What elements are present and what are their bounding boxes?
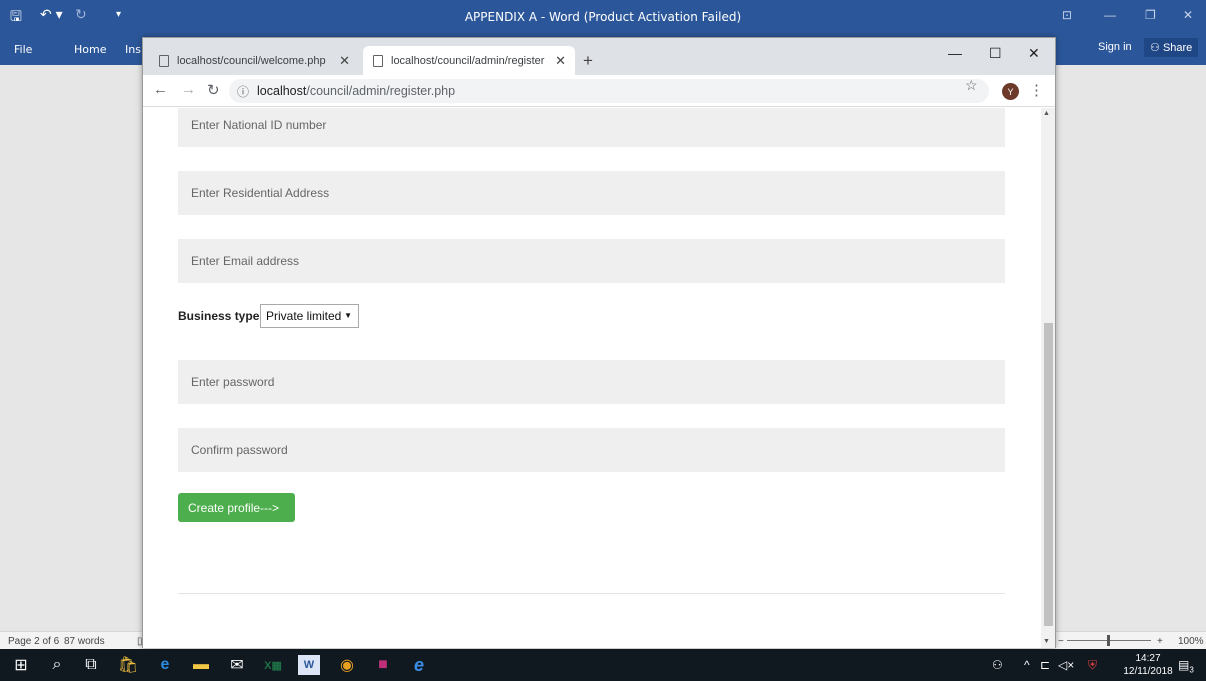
profile-avatar[interactable]: Y [1002,83,1019,100]
info-icon[interactable]: ⓘ [237,83,249,100]
browser-minimize-icon[interactable]: — [948,45,962,61]
share-button[interactable]: ⚇ Share [1144,38,1199,57]
store-icon[interactable]: 🛍 [117,655,139,675]
divider [178,593,1005,594]
word-window-title: APPENDIX A - Word (Product Activation Fa… [464,10,742,24]
app-icon[interactable]: ■ [372,655,394,675]
clock-date: 12/11/2018 [1123,666,1173,677]
confirm-password-input[interactable]: Confirm password [178,428,1005,472]
volume-muted-icon[interactable]: ◁× [1058,658,1074,672]
notification-count: 3 [1189,665,1194,675]
page-icon [159,54,169,67]
url-host: localhost [257,84,307,98]
sign-in-link[interactable]: Sign in [1098,41,1132,53]
page-icon [373,54,383,67]
menu-icon[interactable]: ⋮ [1029,81,1044,99]
system-clock[interactable]: 14:27 12/11/2018 [1122,652,1174,678]
internet-explorer-icon[interactable]: e [408,655,430,675]
tab-close-icon[interactable]: ✕ [339,53,350,69]
scrollbar-thumb[interactable] [1044,323,1053,626]
address-bar[interactable]: ⓘ localhost/council/admin/register.php [229,79,989,103]
share-label: Share [1162,42,1193,54]
word-icon[interactable]: W [298,655,320,675]
scroll-down-arrow-icon[interactable]: ▼ [1043,638,1050,645]
search-icon[interactable]: ⌕ [46,655,68,675]
tab-close-icon[interactable]: ✕ [555,53,566,69]
tab-title: localhost/council/welcome.php [177,54,326,67]
security-shield-icon[interactable]: ⛨ [1088,658,1097,673]
chrome-icon[interactable]: ◉ [336,655,358,675]
tab-insert[interactable]: Ins [125,43,141,56]
file-explorer-icon[interactable]: ▬ [190,655,212,675]
people-icon[interactable]: ⚇ [992,658,1003,672]
forward-arrow-icon[interactable]: → [181,81,196,98]
task-view-icon[interactable]: ⧉ [80,655,102,675]
word-count[interactable]: 87 words [64,636,105,647]
tab-register[interactable]: localhost/council/admin/register ✕ [363,46,575,75]
person-icon: ⚇ [1150,42,1160,54]
minimize-icon[interactable]: — [1104,8,1116,22]
zoom-in-icon[interactable]: + [1157,636,1163,647]
dropdown-caret-icon: ▼ [344,311,352,320]
create-profile-button[interactable]: Create profile---> [178,493,295,522]
edge-icon[interactable]: e [154,655,176,675]
national-id-input[interactable]: Enter National ID number [178,108,1005,147]
url-path: /council/admin/register.php [306,84,456,98]
close-icon[interactable]: ✕ [1183,8,1193,22]
zoom-out-icon[interactable]: − [1058,636,1064,647]
clock-time: 14:27 [1135,653,1161,664]
password-input[interactable]: Enter password [178,360,1005,404]
restore-icon[interactable]: ❐ [1145,8,1156,22]
taskbar: ⊞ ⌕ ⧉ 🛍 e ▬ ✉ X▦ W ◉ ■ e ⚇ ^ ⊏ ◁× ⛨ 14:2… [0,649,1206,681]
mail-icon[interactable]: ✉ [226,655,248,675]
email-input[interactable]: Enter Email address [178,239,1005,283]
new-tab-button[interactable]: + [583,51,593,71]
bookmark-star-icon[interactable]: ☆ [965,77,978,94]
action-center-icon[interactable]: ▤3 [1178,658,1194,674]
tab-file[interactable]: File [14,43,32,56]
tab-title: localhost/council/admin/register [391,54,545,67]
business-type-select[interactable]: Private limited ▼ [260,304,359,328]
ribbon-display-icon[interactable]: ⊡ [1062,8,1072,22]
tab-welcome[interactable]: localhost/council/welcome.php ✕ [149,46,359,75]
scroll-up-arrow-icon[interactable]: ▲ [1043,110,1050,117]
address-input[interactable]: Enter Residential Address [178,171,1005,215]
zoom-level[interactable]: 100% [1178,636,1204,647]
excel-icon[interactable]: X▦ [262,655,284,675]
business-type-label: Business type [178,309,260,323]
browser-maximize-icon[interactable]: ☐ [989,45,1002,62]
network-icon[interactable]: ⊏ [1040,658,1050,672]
browser-close-icon[interactable]: ✕ [1028,45,1040,62]
windows-start-icon[interactable]: ⊞ [10,655,32,675]
back-arrow-icon[interactable]: ← [153,81,168,98]
reload-icon[interactable]: ↻ [207,81,220,99]
business-type-value: Private limited [266,309,342,323]
page-content: Enter National ID number Enter Residenti… [143,108,1041,648]
browser-toolbar: ← → ↻ ⓘ localhost/council/admin/register… [143,75,1055,107]
zoom-slider-thumb[interactable] [1107,635,1110,646]
page-count[interactable]: Page 2 of 6 [8,636,59,647]
browser-window: localhost/council/welcome.php ✕ localhos… [142,37,1056,648]
show-hidden-icons-chevron-icon[interactable]: ^ [1024,658,1030,672]
tab-strip: localhost/council/welcome.php ✕ localhos… [143,38,1055,75]
word-title-bar: 🖫 ↶ ▾ ↻ ▾ APPENDIX A - Word (Product Act… [0,0,1206,31]
tab-home[interactable]: Home [74,43,106,56]
